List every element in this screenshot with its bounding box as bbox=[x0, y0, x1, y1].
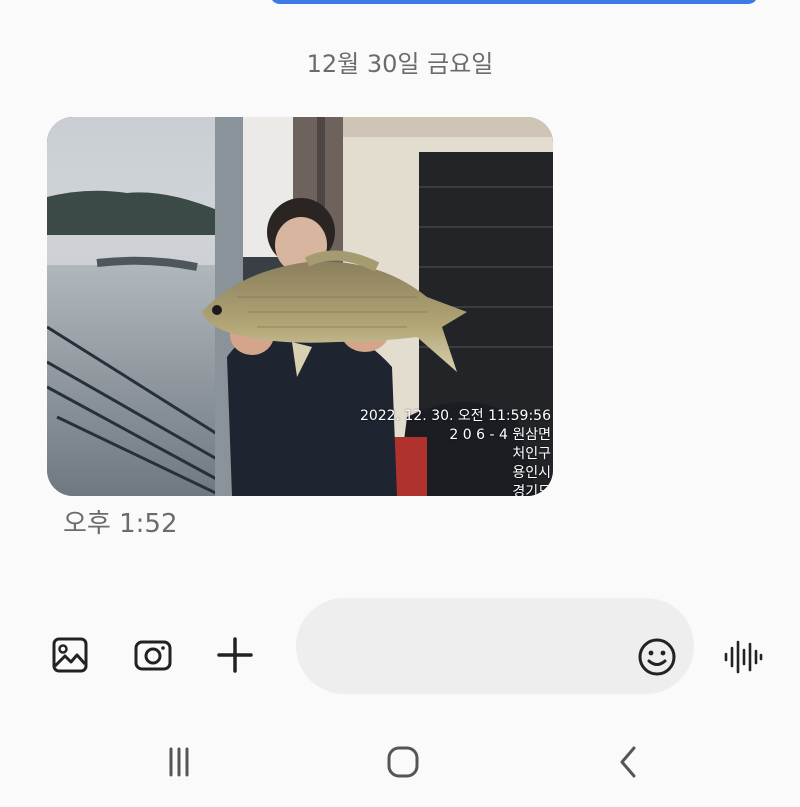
date-separator: 12월 30일 금요일 bbox=[306, 50, 494, 78]
camera-icon[interactable] bbox=[133, 635, 173, 675]
stamp-line: 2 0 6 - 4 원삼면 bbox=[449, 427, 551, 443]
system-navigation-bar bbox=[0, 720, 800, 807]
gallery-icon[interactable] bbox=[50, 635, 90, 675]
message-input[interactable] bbox=[296, 598, 694, 694]
photo-timestamp-overlay: 2022. 12. 30. 오전 11:59:56 2 0 6 - 4 원삼면 … bbox=[291, 407, 551, 496]
recent-apps-icon[interactable] bbox=[156, 742, 202, 782]
image-message[interactable]: 2022. 12. 30. 오전 11:59:56 2 0 6 - 4 원삼면 … bbox=[47, 117, 553, 496]
message-time: 오후 1:52 bbox=[63, 509, 178, 539]
back-icon[interactable] bbox=[605, 742, 651, 782]
stamp-line: 2022. 12. 30. 오전 11:59:56 bbox=[359, 408, 551, 424]
message-composer bbox=[0, 598, 800, 694]
stamp-line: 용인시 bbox=[512, 465, 551, 481]
stamp-line: 경기도 bbox=[512, 484, 551, 496]
plus-icon[interactable] bbox=[215, 635, 255, 675]
emoji-icon[interactable] bbox=[636, 636, 678, 678]
stamp-line: 처인구 bbox=[512, 446, 551, 462]
voice-record-icon[interactable] bbox=[722, 638, 764, 676]
home-icon[interactable] bbox=[380, 742, 426, 782]
top-accent-bar bbox=[270, 0, 758, 4]
